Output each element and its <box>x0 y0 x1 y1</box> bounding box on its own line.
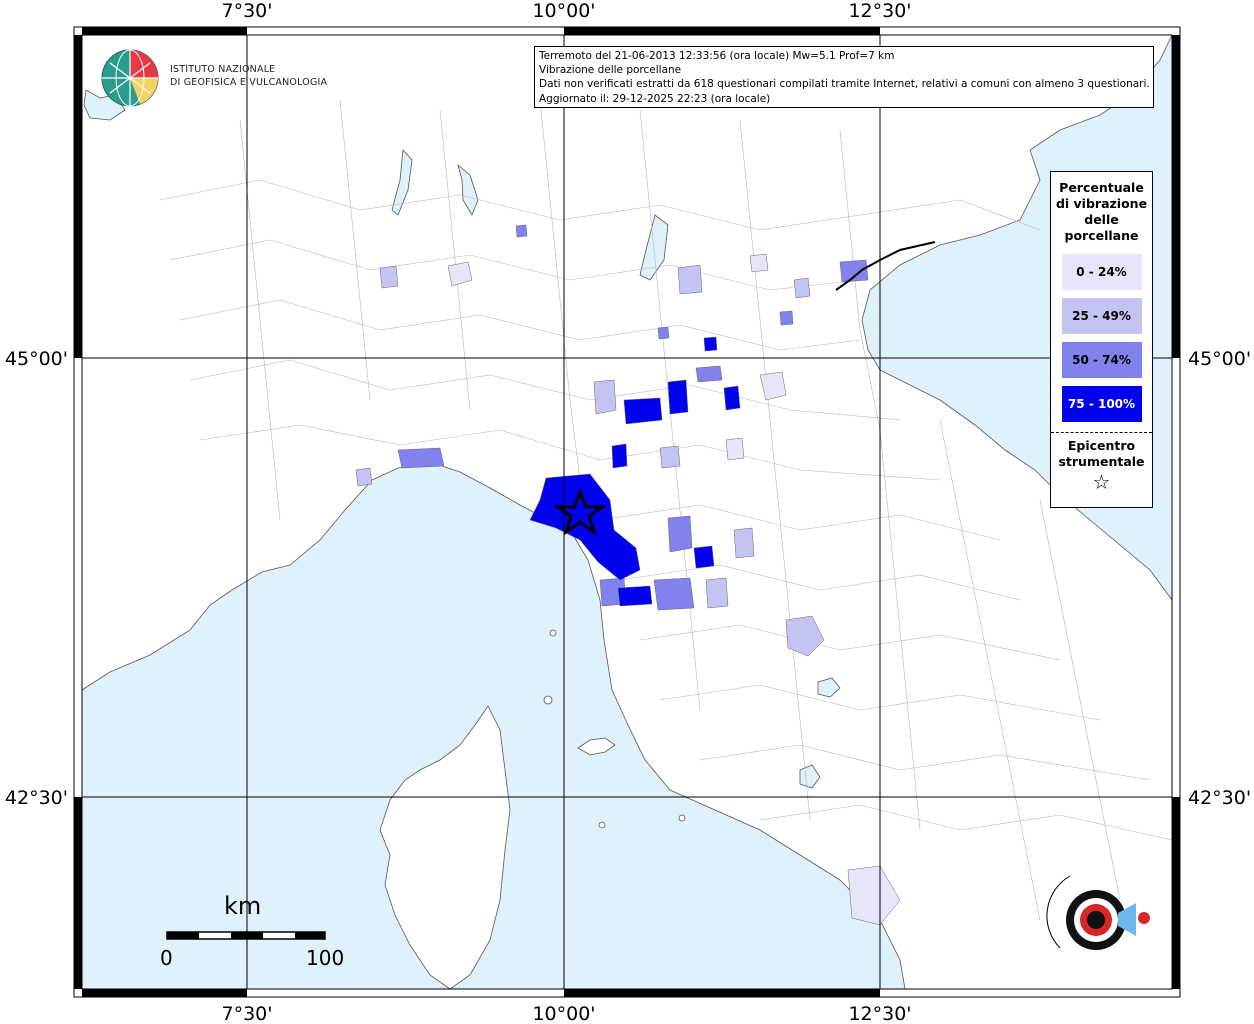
muni-75-100 <box>617 585 653 607</box>
ingv-name-line1: ISTITUTO NAZIONALE <box>170 64 276 75</box>
haisentito-logo <box>1040 858 1165 983</box>
top-label-10-00: 10°00' <box>532 0 595 22</box>
muni-25-49 <box>593 379 617 415</box>
muni-25-49 <box>659 445 681 469</box>
epicenter-star-icon: ☆ <box>1092 470 1111 494</box>
legend-epicenter: Epicentro strumentale ☆ <box>1051 438 1152 494</box>
legend-item-0-24: 0 - 24% <box>1061 254 1142 290</box>
muni-50-74 <box>695 365 723 383</box>
legend-label: 50 - 74% <box>1072 353 1131 367</box>
muni-25-49 <box>733 527 755 559</box>
muni-75-100 <box>703 336 718 352</box>
legend-title-line: Percentuale <box>1059 180 1144 195</box>
muni-25-49 <box>705 577 729 609</box>
muni-75-100 <box>723 385 741 411</box>
montecristo-island <box>598 821 606 829</box>
muni-0-24 <box>725 437 745 461</box>
event-title: Terremoto del 21-06-2013 12:33:56 (ora l… <box>539 50 895 62</box>
muni-75-100 <box>667 379 689 415</box>
bottom-label-12-30: 12°30' <box>848 1003 911 1024</box>
legend-item-75-100: 75 - 100% <box>1061 386 1142 422</box>
muni-50-74 <box>515 224 528 238</box>
muni-50-74 <box>653 577 695 611</box>
legend-item-50-74: 50 - 74% <box>1061 342 1142 378</box>
bottom-label-7-30: 7°30' <box>222 1003 273 1024</box>
muni-50-74 <box>657 326 670 340</box>
map-subtitle: Vibrazione delle porcellane <box>539 64 682 77</box>
legend-title-line: di vibrazione <box>1055 196 1148 211</box>
haisentito-seal-icon <box>1046 875 1150 950</box>
top-label-7-30: 7°30' <box>222 0 273 22</box>
scale-unit: km <box>224 892 262 920</box>
muni-25-49 <box>379 265 399 289</box>
muni-25-49 <box>793 277 811 299</box>
data-note: Dati non verificati estratti da 618 ques… <box>539 78 1150 91</box>
right-label-42-30: 42°30' <box>1188 787 1251 809</box>
legend-title-line: delle <box>1084 212 1119 227</box>
muni-50-74 <box>779 310 794 326</box>
right-label-45-00: 45°00' <box>1188 348 1251 370</box>
legend-label: 0 - 24% <box>1076 265 1127 279</box>
scale-min-label: 0 <box>160 946 173 970</box>
muni-50-74 <box>839 259 869 283</box>
legend-label: 75 - 100% <box>1067 397 1136 411</box>
legend-label: 25 - 49% <box>1072 309 1131 323</box>
legend-epicenter-line: strumentale <box>1058 454 1145 469</box>
left-label-45-00: 45°00' <box>5 348 68 370</box>
ingv-name-line2: DI GEOFISICA E VULCANOLOGIA <box>170 77 328 88</box>
scale-max-label: 100 <box>306 946 345 970</box>
bottom-label-10-00: 10°00' <box>532 1003 595 1024</box>
giglio-island <box>678 814 686 822</box>
muni-25-49 <box>677 264 703 295</box>
ingv-name: ISTITUTO NAZIONALE DI GEOFISICA E VULCAN… <box>170 63 327 89</box>
gorgona-island <box>549 629 557 637</box>
muni-75-100 <box>611 443 628 469</box>
legend-separator <box>1051 432 1152 433</box>
scale-bar-graphic <box>166 931 326 940</box>
muni-75-100 <box>693 545 715 569</box>
muni-75-100 <box>623 397 663 425</box>
muni-25-49 <box>355 467 373 487</box>
legend-item-25-49: 25 - 49% <box>1061 298 1142 334</box>
muni-50-74 <box>667 515 693 553</box>
event-info-box: Terremoto del 21-06-2013 12:33:56 (ora l… <box>534 46 1154 108</box>
legend-title: Percentuale di vibrazione delle porcella… <box>1051 180 1152 244</box>
legend: Percentuale di vibrazione delle porcella… <box>1050 171 1153 508</box>
update-time: Aggiornato il: 29-12-2025 22:23 (ora loc… <box>539 92 771 105</box>
legend-epicenter-line: Epicentro <box>1067 438 1136 453</box>
muni-50-74 <box>397 447 445 469</box>
top-label-12-30: 12°30' <box>848 0 911 22</box>
capraia-island <box>543 695 553 705</box>
muni-0-24 <box>749 253 769 273</box>
legend-title-line: porcellane <box>1064 228 1139 243</box>
scale-bar: km 0 100 <box>160 892 344 972</box>
left-label-42-30: 42°30' <box>5 787 68 809</box>
ingv-globe-icon <box>101 49 159 107</box>
